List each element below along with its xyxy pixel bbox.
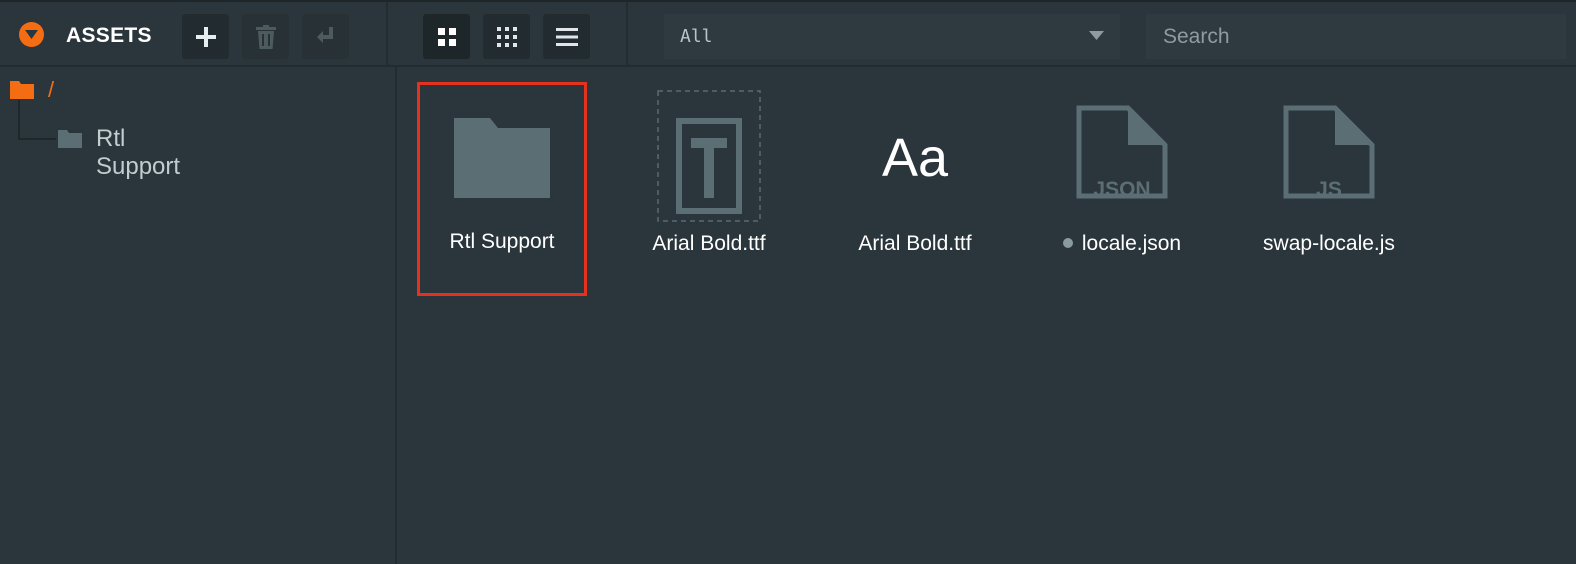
asset-grid: Rtl Support Arial Bold.ttf Aa Arial Bold… (399, 67, 1576, 564)
asset-item-script[interactable]: JS swap-locale.js (1244, 82, 1414, 296)
modified-dot-icon (1062, 238, 1073, 248)
asset-label: locale.json (1017, 232, 1227, 256)
view-large-grid-button[interactable] (423, 14, 470, 59)
assets-panel: ASSETS All Search / Rtl Support Rtl Supp… (0, 0, 1576, 564)
search-input[interactable] (1146, 14, 1566, 59)
tree-connector (18, 100, 20, 140)
trash-icon (255, 24, 276, 49)
folder-icon (454, 118, 550, 198)
asset-label: Arial Bold.ttf (858, 232, 972, 255)
chevron-down-icon (1089, 31, 1104, 40)
folder-icon (10, 81, 34, 99)
panel-title: ASSETS (66, 24, 152, 47)
asset-type-filter[interactable]: All (664, 14, 1120, 59)
move-asset-button[interactable] (302, 14, 349, 59)
font-preview-glyph: Aa (881, 128, 949, 188)
delete-asset-button[interactable] (242, 14, 289, 59)
folder-tree: / Rtl Support (0, 67, 397, 564)
plus-icon (195, 26, 216, 47)
collapse-panel-button[interactable] (19, 22, 44, 47)
assets-header: ASSETS All Search (0, 0, 1576, 67)
header-divider (626, 2, 628, 67)
chevron-down-icon (25, 30, 38, 39)
move-icon (316, 26, 333, 43)
folder-icon (58, 130, 82, 148)
grid-small-icon (496, 26, 517, 47)
file-badge-text: JSON (1093, 178, 1151, 201)
file-badge-text: JS (1316, 178, 1342, 201)
filter-selected-value: All (680, 26, 713, 47)
tree-item-label: Rtl Support (96, 125, 181, 180)
tree-root-label: / (48, 77, 55, 102)
list-icon (555, 27, 578, 46)
add-asset-button[interactable] (182, 14, 229, 59)
asset-item-font-text[interactable]: Arial Bold.ttf (624, 82, 794, 296)
asset-item-folder[interactable]: Rtl Support (417, 82, 587, 296)
asset-label: Arial Bold.ttf (652, 232, 766, 255)
asset-item-font[interactable]: Aa Arial Bold.ttf (830, 82, 1000, 296)
view-list-button[interactable] (543, 14, 590, 59)
tree-connector (18, 138, 56, 140)
asset-label: swap-locale.js (1263, 232, 1395, 255)
header-divider (386, 2, 388, 67)
view-small-grid-button[interactable] (483, 14, 530, 59)
asset-label: Rtl Support (449, 230, 555, 253)
asset-item-json[interactable]: JSON locale.json (1037, 82, 1207, 296)
text-element-icon (657, 90, 761, 222)
grid-large-icon (437, 27, 456, 46)
